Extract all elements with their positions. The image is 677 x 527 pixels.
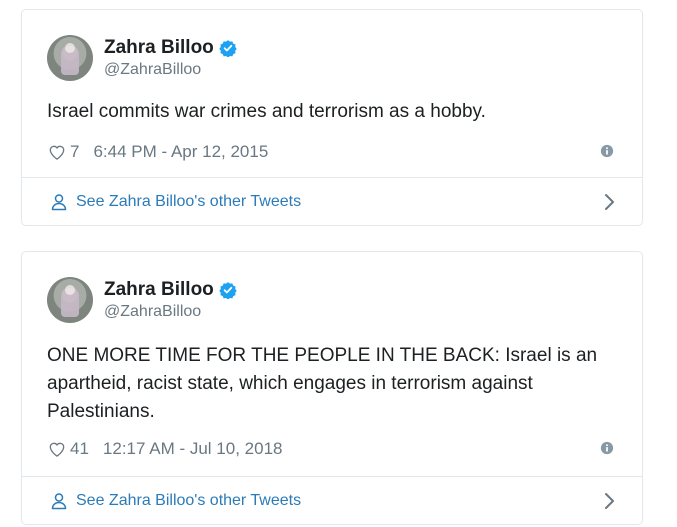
timestamp[interactable]: 6:44 PM - Apr 12, 2015 (93, 142, 268, 162)
avatar[interactable] (47, 35, 93, 81)
tweet-card[interactable]: Zahra Billoo @ZahraBilloo ONE MORE TIME … (21, 251, 643, 525)
handle[interactable]: @ZahraBilloo (104, 302, 237, 322)
like-count[interactable]: 7 (70, 142, 79, 162)
person-icon (51, 194, 67, 211)
tweet-author[interactable]: Zahra Billoo @ZahraBilloo (47, 35, 237, 81)
other-tweets-link[interactable]: See Zahra Billoo's other Tweets (22, 178, 642, 226)
heart-icon[interactable] (47, 439, 67, 459)
avatar[interactable] (47, 277, 93, 323)
chevron-right-icon[interactable] (604, 492, 616, 510)
other-tweets-link[interactable]: See Zahra Billoo's other Tweets (22, 477, 642, 525)
heart-icon[interactable] (47, 142, 67, 162)
tweet-author[interactable]: Zahra Billoo @ZahraBilloo (47, 277, 237, 323)
timestamp[interactable]: 12:17 AM - Jul 10, 2018 (103, 439, 283, 459)
chevron-right-icon[interactable] (604, 193, 616, 211)
tweet-meta: 41 12:17 AM - Jul 10, 2018 (47, 439, 617, 459)
info-icon[interactable] (600, 144, 614, 158)
tweet-meta: 7 6:44 PM - Apr 12, 2015 (47, 142, 617, 162)
tweet-text: ONE MORE TIME FOR THE PEOPLE IN THE BACK… (47, 345, 598, 422)
display-name[interactable]: Zahra Billoo (104, 279, 214, 301)
like-count[interactable]: 41 (70, 439, 89, 459)
tweet-text: Israel commits war crimes and terrorism … (47, 101, 486, 122)
handle[interactable]: @ZahraBilloo (104, 60, 237, 80)
other-tweets-label[interactable]: See Zahra Billoo's other Tweets (76, 193, 301, 211)
verified-badge-icon (219, 39, 237, 57)
other-tweets-label[interactable]: See Zahra Billoo's other Tweets (76, 492, 301, 510)
person-icon (51, 493, 67, 510)
display-name[interactable]: Zahra Billoo (104, 37, 214, 59)
tweet-card[interactable]: Zahra Billoo @ZahraBilloo Israel commits… (21, 9, 643, 226)
info-icon[interactable] (600, 441, 614, 455)
verified-badge-icon (219, 281, 237, 299)
